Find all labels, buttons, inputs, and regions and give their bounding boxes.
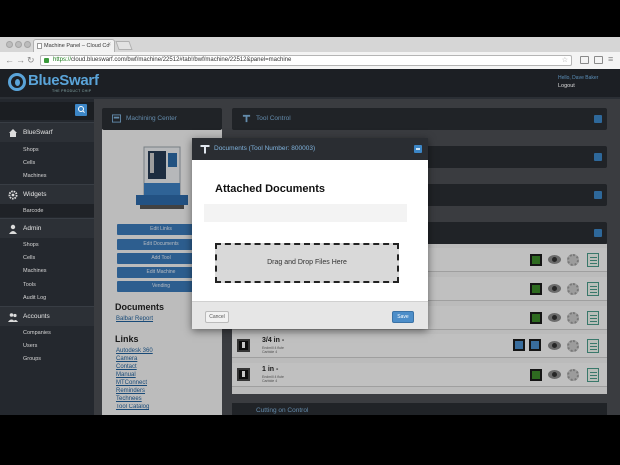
sidebar-item-cells[interactable]: Cells: [23, 255, 35, 261]
attached-documents-list: [204, 204, 407, 222]
sidebar-item-users[interactable]: Users: [23, 343, 37, 349]
modal-collapse-icon[interactable]: [414, 145, 422, 153]
user-icon: [9, 224, 17, 234]
url-scheme: https://: [53, 57, 72, 63]
sidebar-item-shops[interactable]: Shops: [23, 147, 39, 153]
file-dropzone[interactable]: Drag and Drop Files Here: [215, 243, 399, 283]
logo-text[interactable]: BlueSwarf: [28, 72, 99, 89]
sidebar-section-admin[interactable]: Admin: [0, 218, 94, 238]
new-tab-button[interactable]: [115, 41, 133, 50]
tab-close-icon[interactable]: ×: [107, 42, 111, 48]
app-header: BlueSwarf THE PRODUCT CHIP: [0, 69, 620, 99]
tab-title: Machine Panel – Cloud Co: [44, 43, 110, 49]
sidebar-section-accounts[interactable]: Accounts: [0, 306, 94, 326]
user-greeting[interactable]: Hello, Dave Baker: [558, 75, 598, 81]
logout-link[interactable]: Logout: [558, 83, 575, 89]
tool-icon: [200, 145, 210, 154]
address-bar[interactable]: https://cloud.blueswarf.com/bwf/machine/…: [40, 55, 572, 66]
sidebar-item-groups[interactable]: Groups: [23, 356, 41, 362]
sidebar-item-bg: [0, 204, 94, 217]
sidebar: [0, 99, 94, 415]
sidebar-item-cells[interactable]: Cells: [23, 160, 35, 166]
modal-title: Documents (Tool Number: 800003): [214, 145, 316, 152]
sidebar-item-audit-log[interactable]: Audit Log: [23, 295, 46, 301]
extension-icon[interactable]: [580, 56, 589, 64]
reload-icon[interactable]: ↻: [27, 55, 35, 65]
logo-mark-icon[interactable]: [8, 73, 26, 91]
close-window-icon[interactable]: [6, 41, 13, 48]
logo-tagline: THE PRODUCT CHIP: [52, 89, 92, 93]
minimize-window-icon[interactable]: [15, 41, 22, 48]
search-button[interactable]: [75, 104, 87, 116]
bookmark-star-icon[interactable]: ☆: [562, 56, 568, 64]
sidebar-section-label: Admin: [23, 225, 42, 232]
sidebar-item-companies[interactable]: Companies: [23, 330, 51, 336]
sidebar-section-label: BlueSwarf: [23, 129, 53, 136]
sidebar-section-label: Widgets: [23, 191, 47, 198]
url-path: cloud.blueswarf.com/bwf/machine/22512#ta…: [71, 57, 292, 63]
modal-footer: Cancel Save: [192, 301, 428, 329]
forward-arrow-icon[interactable]: →: [16, 55, 25, 65]
home-icon: [9, 129, 17, 137]
sidebar-section-label: Accounts: [23, 313, 50, 320]
share-icon[interactable]: [594, 56, 603, 64]
modal-header: Documents (Tool Number: 800003): [192, 138, 428, 160]
sidebar-item-shops[interactable]: Shops: [23, 242, 39, 248]
sidebar-item-barcode[interactable]: Barcode: [23, 208, 44, 214]
back-arrow-icon[interactable]: ←: [5, 55, 14, 65]
browser-tab[interactable]: Machine Panel – Cloud Co ×: [33, 39, 115, 52]
sidebar-item-machines[interactable]: Machines: [23, 268, 47, 274]
zoom-window-icon[interactable]: [24, 41, 31, 48]
sidebar-section-widgets[interactable]: Widgets: [0, 184, 94, 204]
documents-modal: Documents (Tool Number: 800003) Attached…: [192, 138, 428, 329]
browser-tabbar: Machine Panel – Cloud Co ×: [0, 37, 620, 52]
browser-navbar: ← → ↻ https://cloud.blueswarf.com/bwf/ma…: [0, 52, 620, 69]
screen-root: Machine Panel – Cloud Co × ← → ↻ https:/…: [0, 0, 620, 465]
browser-chrome: Machine Panel – Cloud Co × ← → ↻ https:/…: [0, 37, 620, 69]
sidebar-section-blueswarf[interactable]: BlueSwarf: [0, 122, 94, 142]
page-favicon-icon: [37, 43, 42, 49]
sidebar-item-machines[interactable]: Machines: [23, 173, 47, 179]
menu-icon[interactable]: ≡: [608, 54, 613, 64]
cancel-button[interactable]: Cancel: [205, 311, 229, 323]
users-icon: [8, 313, 18, 322]
gear-icon: [8, 190, 18, 200]
lock-icon: [44, 58, 49, 63]
save-button[interactable]: Save: [392, 311, 414, 323]
attached-documents-heading: Attached Documents: [215, 183, 326, 195]
sidebar-item-tools[interactable]: Tools: [23, 282, 36, 288]
